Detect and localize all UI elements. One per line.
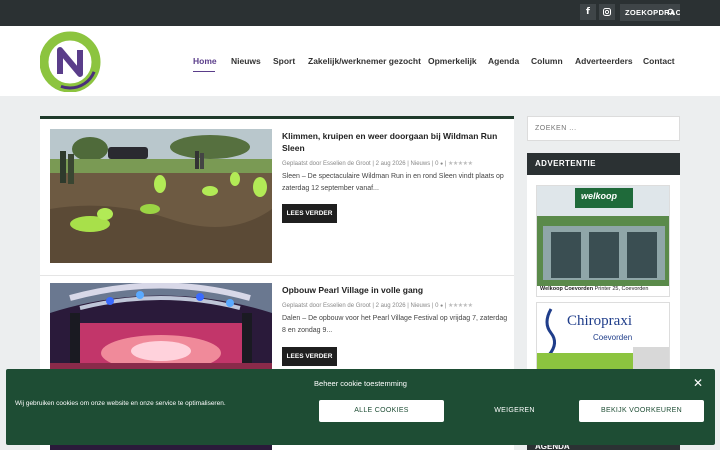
main-nav: Home Nieuws Sport Zakelijk/werknemer gez… — [0, 56, 720, 72]
nav-column[interactable]: Column — [531, 56, 563, 66]
nav-contact[interactable]: Contact — [643, 56, 675, 66]
accept-cookies-button[interactable]: ALLE COOKIES — [319, 400, 444, 422]
chiropraxi-brand: Chiropraxi — [567, 313, 632, 329]
welkoop-caption: Welkoop Coevorden Printer 25, Coevorden — [540, 286, 648, 292]
nav-active-indicator — [193, 71, 215, 72]
article-meta: Geplaatst door Esselien de Groot | 2 aug… — [282, 303, 473, 309]
nav-opmerkelijk[interactable]: Opmerkelijk — [428, 56, 477, 66]
rating-stars: ★★★★★ — [448, 161, 473, 167]
read-more-button[interactable]: LEES VERDER — [282, 204, 337, 223]
welkoop-caption-name: Welkoop Coevorden — [540, 286, 594, 292]
article-excerpt: Dalen – De opbouw voor het Pearl Village… — [282, 315, 508, 334]
comment-icon: ● — [440, 161, 444, 167]
article-thumbnail[interactable] — [50, 129, 272, 263]
view-preferences-button[interactable]: BEKIJK VOORKEUREN — [579, 400, 704, 422]
read-more-button[interactable]: LEES VERDER — [282, 347, 337, 366]
site-header: Home Nieuws Sport Zakelijk/werknemer gez… — [0, 26, 720, 96]
deny-cookies-button[interactable]: WEIGEREN — [452, 400, 577, 422]
cookie-banner: Beheer cookie toestemming ✕ Wij gebruike… — [6, 369, 715, 445]
article-title[interactable]: Klimmen, kruipen en weer doorgaan bij Wi… — [282, 131, 504, 154]
article-card: Klimmen, kruipen en weer doorgaan bij Wi… — [40, 129, 514, 276]
cookie-text: Wij gebruiken cookies om onze website en… — [15, 400, 226, 407]
advertentie-body: welkoop Welkoop Coevorden Printer 25, Co… — [527, 175, 680, 375]
advertentie-heading: ADVERTENTIE — [527, 153, 680, 175]
top-search-input[interactable]: ZOEKOPDRAC — [620, 4, 680, 21]
close-icon[interactable]: ✕ — [693, 376, 703, 390]
article-title[interactable]: Opbouw Pearl Village in volle gang — [282, 285, 504, 297]
nav-nieuws[interactable]: Nieuws — [231, 56, 261, 66]
article-excerpt: Sleen – De spectaculaire Wildman Run in … — [282, 173, 504, 192]
comment-icon: ● — [440, 303, 444, 309]
search-icon[interactable] — [667, 4, 675, 21]
facebook-icon[interactable]: f — [580, 4, 596, 20]
chiropraxi-ad[interactable]: Chiropraxi Coevorden — [536, 302, 670, 375]
article-meta-text: Geplaatst door Esselien de Groot | 2 aug… — [282, 303, 441, 309]
nav-zakelijk[interactable]: Zakelijk/werknemer gezocht — [308, 56, 421, 66]
welkoop-ad[interactable]: welkoop Welkoop Coevorden Printer 25, Co… — [536, 185, 670, 297]
sidebar-search-input[interactable] — [527, 116, 680, 141]
article-meta: Geplaatst door Esselien de Groot | 2 aug… — [282, 161, 473, 167]
article-meta-text: Geplaatst door Esselien de Groot | 2 aug… — [282, 161, 441, 167]
cookie-title: Beheer cookie toestemming — [314, 379, 407, 388]
nav-home[interactable]: Home — [193, 56, 217, 66]
nav-adverteerders[interactable]: Adverteerders — [575, 56, 633, 66]
top-bar: f ZOEKOPDRAC — [0, 0, 720, 26]
chiropraxi-sub: Coevorden — [593, 333, 633, 342]
nav-sport[interactable]: Sport — [273, 56, 295, 66]
nav-agenda[interactable]: Agenda — [488, 56, 519, 66]
rating-stars: ★★★★★ — [448, 303, 473, 309]
instagram-icon[interactable] — [599, 4, 615, 20]
welkoop-brand: welkoop — [581, 191, 618, 201]
welkoop-caption-address: Printer 25, Coevorden — [594, 286, 649, 292]
